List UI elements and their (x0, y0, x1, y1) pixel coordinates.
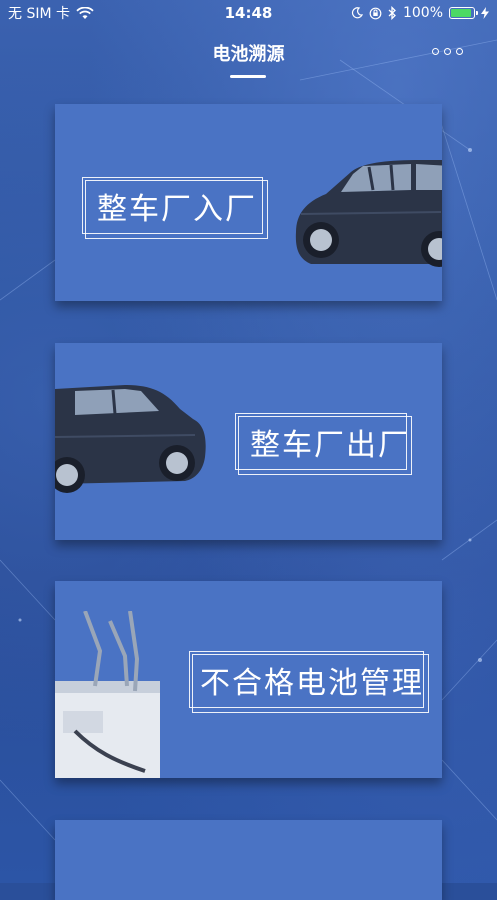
more-options-button[interactable] (432, 48, 463, 55)
card-partial[interactable] (55, 820, 442, 900)
battery-image (55, 611, 160, 778)
card-unqualified-battery-management[interactable]: 不合格电池管理 (55, 581, 442, 778)
card-label: 整车厂入厂 (97, 192, 257, 227)
nav-bar: 电池溯源 (0, 30, 497, 82)
dot-icon (456, 48, 463, 55)
car-image (55, 385, 206, 493)
title-underline (230, 75, 266, 78)
dot-icon (432, 48, 439, 55)
card-label: 整车厂出厂 (250, 428, 410, 463)
page-title: 电池溯源 (212, 44, 285, 65)
car-image (295, 160, 442, 267)
status-time: 14:48 (224, 4, 273, 22)
card-label: 不合格电池管理 (200, 666, 424, 701)
dot-icon (444, 48, 451, 55)
status-bar: 无 SIM 卡 14:48 100% (0, 0, 497, 26)
card-factory-outbound[interactable]: 整车厂出厂 (55, 343, 442, 540)
battery-icon (449, 7, 478, 19)
card-factory-inbound[interactable]: 整车厂入厂 (55, 104, 442, 301)
battery-fill (451, 9, 471, 17)
